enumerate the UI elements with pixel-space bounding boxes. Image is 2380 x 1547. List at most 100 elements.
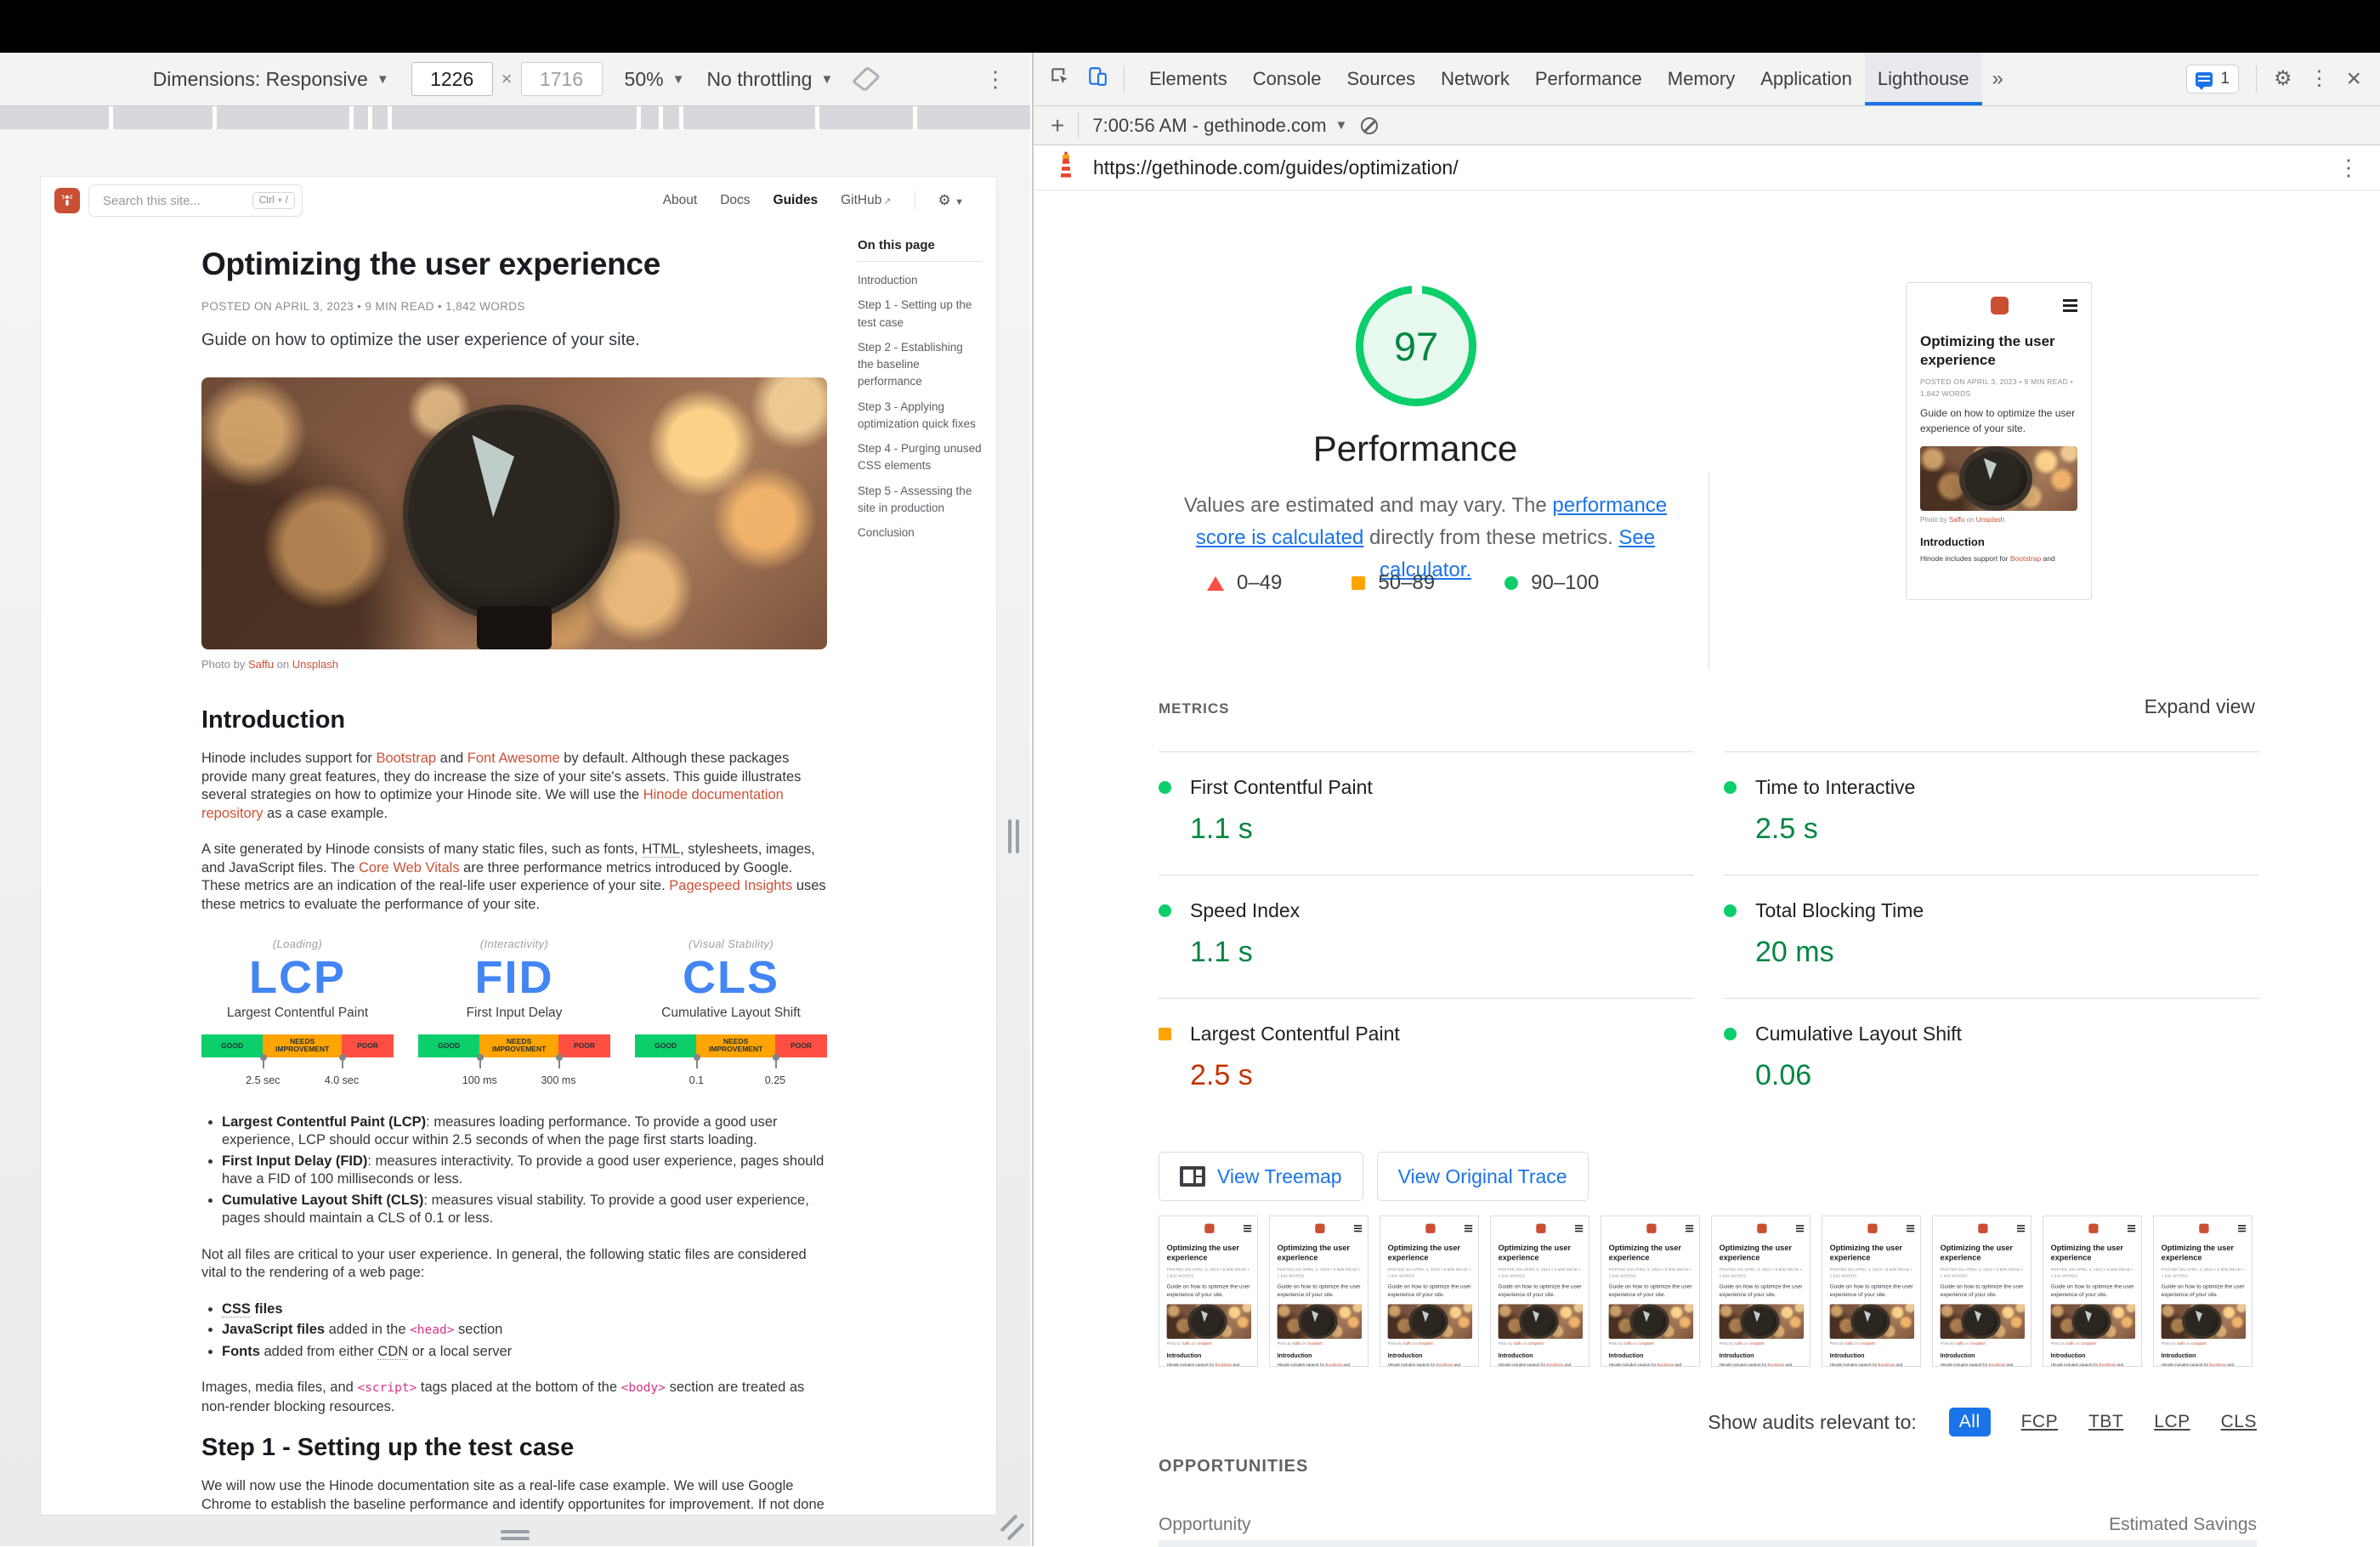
filmstrip-thumbnail[interactable]: Optimizing the user experience POSTED ON… (1380, 1216, 1479, 1367)
browser-top-bar (0, 0, 2380, 53)
inspect-element-icon[interactable] (1049, 65, 1071, 93)
toggle-device-toolbar-icon[interactable] (1086, 65, 1108, 93)
site-search[interactable]: Ctrl + / (88, 184, 303, 217)
dimensions-label: Dimensions: Responsive (153, 68, 368, 91)
filmstrip-thumbnail[interactable]: Optimizing the user experience POSTED ON… (1711, 1216, 1810, 1367)
nav-github[interactable]: GitHub↗ (841, 193, 891, 208)
vitals-bullet: First Input Delay (FID): measures intera… (222, 1153, 827, 1189)
nav-guides[interactable]: Guides (774, 193, 819, 208)
settings-gear-icon[interactable]: ⚙ (2274, 69, 2292, 89)
hero-image (201, 377, 827, 649)
view-original-trace-button[interactable]: View Original Trace (1377, 1152, 1589, 1201)
metric-cell[interactable]: First Contentful Paint 1.1 s (1159, 751, 1694, 875)
viewport-width-handle[interactable] (1008, 819, 1019, 853)
clear-reports-icon[interactable] (1361, 117, 1378, 134)
audit-filter-option[interactable]: CLS (2221, 1412, 2257, 1432)
audit-filter-option[interactable]: FCP (2021, 1412, 2059, 1432)
viewport-width-input[interactable] (411, 62, 493, 96)
core-web-vitals-link[interactable]: Core Web Vitals (359, 860, 460, 876)
media-query-bar[interactable] (0, 106, 1030, 129)
menu-icon (2238, 1225, 2246, 1227)
devtools-tab[interactable]: Elements (1136, 53, 1240, 105)
chevron-down-icon: ▼ (955, 197, 964, 207)
site-search-input[interactable] (101, 193, 252, 209)
viewport-height-handle[interactable] (501, 1530, 530, 1540)
report-menu-icon[interactable]: ⋮ (2338, 155, 2360, 181)
devtools-tab[interactable]: Lighthouse (1865, 53, 1982, 105)
audit-filter-option[interactable]: All (1949, 1408, 1991, 1436)
html-abbr: HTML (642, 842, 680, 858)
pagespeed-insights-link[interactable]: Pagespeed Insights (669, 878, 792, 893)
filmstrip-thumbnail[interactable]: Optimizing the user experience POSTED ON… (2043, 1216, 2142, 1367)
metric-cell[interactable]: Cumulative Layout Shift 0.06 (1724, 998, 2259, 1121)
menu-icon (1354, 1225, 1362, 1227)
menu-icon (2017, 1225, 2025, 1227)
devtools-tab[interactable]: Network (1428, 53, 1522, 105)
filmstrip-thumbnail[interactable]: Optimizing the user experience POSTED ON… (1601, 1216, 1700, 1367)
issues-icon (2196, 72, 2213, 87)
photo-credit: Photo by Saffu on Unsplash (201, 658, 827, 671)
throttling-select[interactable]: No throttling ▼ (706, 68, 833, 91)
audit-filter-option[interactable]: TBT (2088, 1412, 2123, 1432)
toc-header: On this page (858, 238, 982, 252)
page-screenshot-thumbnail[interactable]: Optimizing the user experience POSTED ON… (1906, 282, 2092, 600)
vital-column: (Interactivity) FID First Input Delay GO… (418, 938, 610, 1088)
device-toolbar-menu-icon[interactable]: ⋮ (984, 68, 1006, 90)
metric-cell[interactable]: Speed Index 1.1 s (1159, 875, 1694, 998)
viewport-corner-resize-handle[interactable] (996, 1513, 1022, 1538)
files-bullet-css: CSS files (222, 1300, 827, 1319)
hinode-logo-icon (2088, 1224, 2098, 1233)
audit-filter-option[interactable]: LCP (2154, 1412, 2190, 1432)
filmstrip-thumbnail[interactable]: Optimizing the user experience POSTED ON… (2153, 1216, 2252, 1367)
toc-item[interactable]: Step 2 - Establishing the baseline perfo… (858, 339, 982, 391)
toc-item[interactable]: Conclusion (858, 524, 982, 541)
hinode-logo-icon (1425, 1224, 1435, 1233)
toc-item[interactable]: Step 5 - Assessing the site in productio… (858, 483, 982, 518)
metric-cell[interactable]: Time to Interactive 2.5 s (1724, 751, 2259, 875)
devtools-menu-icon[interactable]: ⋮ (2309, 69, 2329, 89)
files-bullet-js: JavaScript files added in the <head> sec… (222, 1321, 827, 1340)
opportunities-section-header: OPPORTUNITIES (1159, 1457, 1308, 1476)
toc-item[interactable]: Step 4 - Purging unused CSS elements (858, 440, 982, 475)
menu-icon (2128, 1225, 2135, 1227)
devtools-tab[interactable]: Sources (1334, 53, 1428, 105)
expand-view-toggle[interactable]: Expand view (2145, 695, 2255, 718)
metric-cell[interactable]: Total Blocking Time 20 ms (1724, 875, 2259, 998)
more-tabs-button[interactable]: » (1982, 53, 2014, 105)
score-legend: 0–49 50–89 90–100 (1207, 571, 1599, 595)
filmstrip-thumbnail[interactable]: Optimizing the user experience POSTED ON… (1159, 1216, 1258, 1367)
new-report-icon[interactable]: + (1051, 112, 1064, 139)
devtools-tab[interactable]: Console (1240, 53, 1334, 105)
hinode-logo-icon (1204, 1224, 1214, 1233)
zoom-select[interactable]: 50% ▼ (625, 68, 685, 91)
dimensions-select[interactable]: Dimensions: Responsive ▼ (153, 68, 389, 91)
font-awesome-link[interactable]: Font Awesome (468, 751, 560, 766)
devtools-tab[interactable]: Performance (1522, 53, 1655, 105)
credit-source-link[interactable]: Unsplash (292, 658, 338, 671)
view-treemap-button[interactable]: View Treemap (1159, 1152, 1363, 1201)
nav-about[interactable]: About (663, 193, 698, 208)
credit-author-link[interactable]: Saffu (248, 658, 274, 671)
filmstrip-thumbnail[interactable]: Optimizing the user experience POSTED ON… (1932, 1216, 2032, 1367)
device-toolbar: Dimensions: Responsive ▼ × 50% ▼ No thro… (0, 53, 1030, 106)
filmstrip-thumbnail[interactable]: Optimizing the user experience POSTED ON… (1269, 1216, 1368, 1367)
rotate-device-icon[interactable] (852, 66, 881, 93)
viewport-height-input[interactable] (521, 62, 603, 96)
toc-item[interactable]: Step 1 - Setting up the test case (858, 297, 982, 332)
bootstrap-link[interactable]: Bootstrap (376, 751, 436, 766)
hinode-logo-icon[interactable] (54, 188, 80, 213)
devtools-tab[interactable]: Memory (1655, 53, 1748, 105)
nav-docs[interactable]: Docs (720, 193, 750, 208)
performance-score-gauge[interactable]: 97 (1356, 286, 1476, 406)
metric-cell[interactable]: Largest Contentful Paint 2.5 s (1159, 998, 1694, 1121)
devtools-tab[interactable]: Application (1748, 53, 1865, 105)
filmstrip-thumbnail[interactable]: Optimizing the user experience POSTED ON… (1822, 1216, 1921, 1367)
chevron-down-icon: ▼ (820, 72, 833, 87)
close-devtools-icon[interactable]: × (2346, 66, 2361, 92)
filmstrip-thumbnail[interactable]: Optimizing the user experience POSTED ON… (1490, 1216, 1590, 1367)
report-selector[interactable]: 7:00:56 AM - gethinode.com ▼ (1092, 115, 1347, 137)
toc-item[interactable]: Introduction (858, 272, 982, 289)
toc-item[interactable]: Step 3 - Applying optimization quick fix… (858, 399, 982, 434)
theme-settings[interactable]: ⚙ ▼ (938, 192, 964, 209)
issues-counter[interactable]: 1 (2186, 65, 2239, 94)
